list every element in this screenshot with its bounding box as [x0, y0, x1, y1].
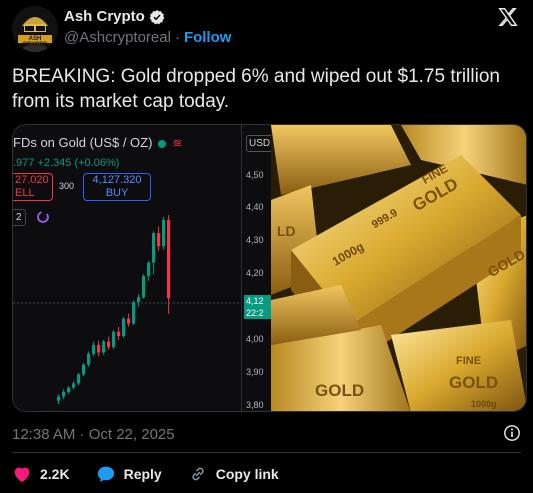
candle-body: [157, 233, 161, 247]
follow-button[interactable]: Follow: [184, 29, 232, 46]
like-count: 2.2K: [40, 466, 70, 482]
x-logo-icon[interactable]: [497, 6, 519, 28]
last-price-value: 4,12: [246, 296, 264, 306]
bar-text-fine-lower: FINE: [456, 355, 482, 367]
author-info: Ash Crypto @Ashcryptoreal · Follow: [64, 8, 231, 46]
avatar[interactable]: ASH CRYPTO: [12, 6, 58, 52]
handle[interactable]: @Ashcryptoreal: [64, 29, 171, 46]
name-row: Ash Crypto: [64, 8, 231, 25]
y-tick-label: 3,80: [246, 399, 264, 410]
candle-body: [107, 341, 111, 348]
y-tick-label: 4,50: [246, 169, 264, 180]
reply-icon: [97, 466, 114, 483]
last-price-time: 22:2: [246, 308, 264, 318]
candle-body: [57, 396, 61, 401]
tweet-header: ASH CRYPTO Ash Crypto @Ashcryptoreal · F…: [12, 6, 521, 56]
separator: ·: [174, 29, 180, 46]
currency-label: USD: [246, 135, 274, 152]
candle-body: [127, 318, 131, 324]
candle-body: [97, 344, 101, 353]
candle-body: [142, 275, 146, 298]
bar-text-weight-lower: 1000g: [471, 399, 497, 409]
candle-body: [112, 331, 116, 348]
handle-row: @Ashcryptoreal · Follow: [64, 29, 231, 46]
bar-text-gold-lower: GOLD: [449, 373, 499, 392]
heart-icon: [14, 467, 30, 483]
candle-body: [92, 344, 96, 354]
tweet-timestamp[interactable]: 12:38 AM · Oct 22, 2025: [12, 426, 175, 443]
candlestick-plot: [13, 215, 241, 405]
candle-body: [82, 364, 86, 375]
tweet-media[interactable]: FDs on Gold (US$ / OZ) ≋ .977 +2.345 (+0.…: [12, 124, 527, 412]
candle-body: [132, 302, 136, 324]
candle-body: [137, 297, 141, 303]
price-chart: FDs on Gold (US$ / OZ) ≋ .977 +2.345 (+0.…: [13, 125, 274, 411]
candle-body: [167, 219, 171, 299]
last-price-badge: 4,12 22:2: [244, 295, 272, 319]
action-bar: 2.2K Reply Copy link: [12, 464, 305, 484]
candle-body: [67, 387, 71, 392]
price-axis: USD 4,50 4,40 4,30 4,20 4,00 3,90 3,80 4,12 22…: [241, 125, 274, 411]
copy-link-label: Copy link: [215, 466, 279, 482]
y-tick-label: 3,90: [246, 366, 264, 377]
link-icon: [192, 467, 204, 481]
like-button[interactable]: 2.2K: [12, 465, 70, 483]
reply-label: Reply: [123, 466, 162, 482]
info-icon[interactable]: [503, 424, 521, 442]
tweet-text: BREAKING: Gold dropped 6% and wiped out …: [12, 66, 500, 112]
divider: [12, 452, 521, 453]
candle-body: [122, 318, 126, 337]
candle-body: [77, 374, 81, 384]
y-tick-label: 4,20: [246, 268, 264, 279]
candle-body: [62, 391, 66, 397]
candle-body: [102, 341, 106, 353]
candle-body: [87, 353, 91, 365]
gold-bars-photo: FINE GOLD 999.9 1000g LD GOLD FINE GOLD …: [271, 125, 526, 411]
candle-body: [147, 262, 151, 276]
candle-body: [72, 383, 76, 388]
y-tick-label: 4,40: [246, 202, 264, 213]
verified-badge-icon: [149, 9, 165, 24]
y-tick-label: 4,00: [246, 333, 264, 344]
bar-text-gold-left: GOLD: [315, 381, 365, 400]
candle-body: [162, 219, 166, 247]
display-name[interactable]: Ash Crypto: [64, 8, 145, 25]
candle-body: [117, 331, 121, 337]
avatar-text: ASH CRYPTO: [22, 36, 48, 48]
candle-body: [152, 233, 156, 263]
reply-button[interactable]: Reply: [96, 465, 162, 483]
y-tick-label: 4,30: [246, 235, 264, 246]
copy-link-button[interactable]: Copy link: [188, 465, 279, 483]
bar-text-ld: LD: [277, 223, 296, 239]
